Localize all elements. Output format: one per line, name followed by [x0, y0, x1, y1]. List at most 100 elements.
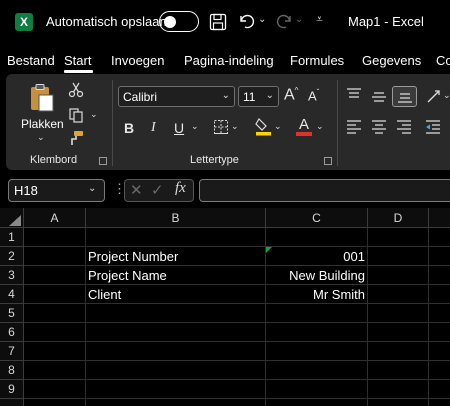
autosave-label: Automatisch opslaan	[46, 14, 167, 29]
column-header-e[interactable]	[429, 208, 450, 228]
gridline	[24, 284, 450, 285]
error-indicator-icon[interactable]	[266, 247, 272, 253]
cell-c3[interactable]: New Building	[266, 268, 365, 283]
borders-dropdown-icon[interactable]: ⌄	[231, 121, 239, 132]
enter-icon: ✓	[151, 182, 164, 199]
fill-color-dropdown-icon[interactable]: ⌄	[274, 121, 282, 132]
gridline	[24, 303, 450, 304]
align-bottom-button[interactable]	[392, 86, 417, 107]
cell-c2[interactable]: 001	[266, 249, 365, 264]
italic-button[interactable]: I	[151, 120, 156, 136]
font-name-select[interactable]: Calibri ⌄	[118, 86, 235, 107]
row-header[interactable]: 5	[0, 304, 24, 323]
toggle-knob	[164, 15, 176, 28]
tab-gegevens[interactable]: Gegevens	[362, 53, 421, 68]
gridline	[24, 379, 450, 380]
row-header[interactable]: 1	[0, 228, 24, 247]
tab-formules[interactable]: Formules	[290, 53, 344, 68]
cancel-icon: ✕	[130, 182, 143, 199]
font-name-value: Calibri	[123, 90, 158, 104]
align-left-icon[interactable]	[346, 120, 362, 134]
chevron-down-icon: ⌄	[221, 90, 230, 101]
gridline	[24, 322, 450, 323]
group-separator	[337, 80, 338, 166]
cell-b3[interactable]: Project Name	[88, 268, 167, 283]
cell-b4[interactable]: Client	[88, 287, 121, 302]
name-box-dropdown-icon[interactable]: ⌄	[88, 183, 96, 194]
autosave-toggle[interactable]	[159, 11, 199, 32]
align-top-icon[interactable]	[346, 88, 362, 102]
font-size-select[interactable]: 11 ⌄	[238, 86, 279, 107]
gridline	[24, 246, 450, 247]
underline-dropdown-icon[interactable]: ⌄	[191, 121, 199, 132]
cell-c4[interactable]: Mr Smith	[266, 287, 365, 302]
font-launcher-icon[interactable]	[324, 157, 332, 165]
font-color-button[interactable]: A	[296, 116, 312, 136]
tab-controleren[interactable]: Co	[436, 53, 450, 68]
decrease-indent-icon[interactable]	[425, 120, 441, 134]
column-header-a[interactable]: A	[24, 208, 86, 228]
gridline	[24, 398, 450, 399]
undo-icon[interactable]	[237, 12, 257, 30]
column-header-d[interactable]: D	[368, 208, 429, 228]
orientation-dropdown-icon[interactable]: ⌄	[443, 90, 450, 101]
copy-dropdown-icon[interactable]: ⌄	[90, 109, 98, 120]
clipboard-launcher-icon[interactable]	[99, 157, 107, 165]
row-header[interactable]: 4	[0, 285, 24, 304]
save-icon[interactable]	[209, 13, 227, 31]
customize-toolbar-icon[interactable]: ⩡	[316, 12, 323, 27]
row-header[interactable]: 7	[0, 342, 24, 361]
row-header[interactable]: 9	[0, 380, 24, 399]
format-painter-icon[interactable]	[68, 130, 84, 146]
align-bottom-icon	[398, 93, 412, 103]
redo-icon	[276, 14, 291, 29]
chevron-down-icon: ⌄	[265, 90, 274, 101]
gridline	[24, 360, 450, 361]
font-color-swatch	[296, 132, 312, 136]
font-group-label: Lettertype	[190, 154, 239, 166]
paste-icon[interactable]	[28, 83, 56, 113]
paste-label[interactable]: Plakken	[21, 117, 64, 131]
cell-b2[interactable]: Project Number	[88, 249, 178, 264]
row-header[interactable]: 6	[0, 323, 24, 342]
decrease-font-size-button[interactable]: Aˇ	[308, 88, 319, 103]
fill-color-icon[interactable]	[255, 117, 272, 136]
column-header-b[interactable]: B	[86, 208, 266, 228]
select-all-button[interactable]	[0, 208, 24, 228]
underline-button[interactable]: U	[174, 120, 184, 136]
column-header-c[interactable]: C	[266, 208, 368, 228]
align-center-icon[interactable]	[371, 120, 387, 134]
row-header[interactable]	[0, 399, 24, 406]
grow-font-icon: A	[284, 86, 295, 104]
align-middle-icon[interactable]	[371, 90, 387, 104]
row-header[interactable]: 2	[0, 247, 24, 266]
font-color-dropdown-icon[interactable]: ⌄	[316, 121, 324, 132]
increase-font-size-button[interactable]: A^	[284, 86, 298, 104]
select-all-icon	[9, 215, 21, 226]
insert-function-button[interactable]: fx	[175, 180, 186, 197]
row-header[interactable]: 3	[0, 266, 24, 285]
cut-icon[interactable]	[68, 82, 84, 98]
tab-start[interactable]: Start	[64, 53, 91, 68]
active-tab-indicator	[64, 70, 93, 73]
redo-dropdown-icon: ⌄	[295, 14, 304, 25]
shrink-font-icon: A	[308, 88, 317, 104]
group-separator	[112, 80, 113, 166]
borders-icon[interactable]	[213, 119, 229, 135]
undo-dropdown-icon[interactable]: ⌄	[258, 14, 266, 25]
align-right-icon[interactable]	[396, 120, 412, 134]
bold-button[interactable]: B	[124, 120, 134, 136]
worksheet-grid	[0, 208, 450, 406]
formula-input[interactable]	[199, 179, 450, 202]
tab-pagina-indeling[interactable]: Pagina-indeling	[184, 53, 274, 68]
tab-invoegen[interactable]: Invoegen	[111, 53, 165, 68]
orientation-icon[interactable]	[425, 87, 443, 105]
clipboard-group-label: Klembord	[30, 154, 78, 166]
gridline	[24, 265, 450, 266]
copy-icon[interactable]	[68, 107, 84, 123]
tab-bestand[interactable]: Bestand	[7, 53, 55, 68]
row-header[interactable]: 8	[0, 361, 24, 380]
font-color-icon: A	[298, 116, 309, 133]
name-box-value: H18	[14, 183, 38, 198]
paste-dropdown-icon[interactable]: ⌄	[37, 132, 45, 143]
